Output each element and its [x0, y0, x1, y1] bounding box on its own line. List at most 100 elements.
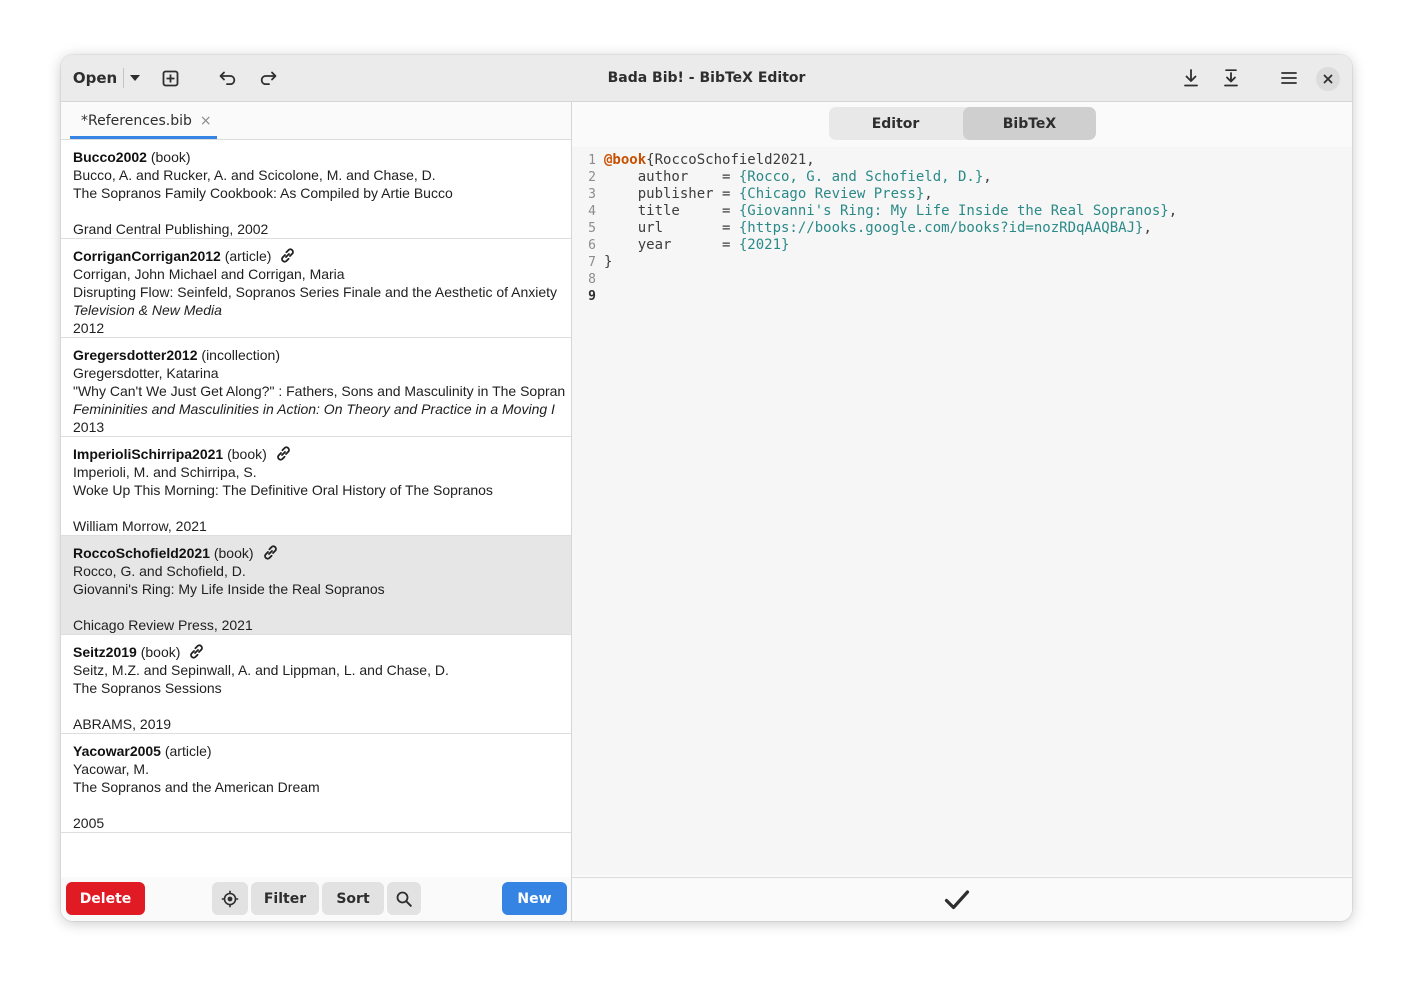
entry-row-ImperioliSchirripa2021[interactable]: ImperioliSchirripa2021 (book) Imperioli, … [61, 437, 571, 536]
tab-close-icon[interactable]: × [200, 113, 212, 129]
code-line: 6 year = {2021} [572, 237, 1352, 254]
code-tail: , [1143, 220, 1152, 236]
entry-author: Rocco, G. and Schofield, D. [73, 563, 246, 579]
link-icon [262, 544, 279, 565]
code-field: author = [604, 169, 739, 185]
entry-container: Femininities and Masculinities in Action… [73, 401, 555, 417]
entry-container [73, 697, 571, 715]
save-as-icon [1224, 69, 1238, 87]
code-line: 5 url = {https://books.google.com/books?… [572, 220, 1352, 237]
save-as-button[interactable] [1216, 61, 1246, 95]
entry-title: "Why Can't We Just Get Along?" : Fathers… [73, 383, 566, 399]
sidebar: *References.bib × Bucco2002 (book) Bucco,… [61, 102, 572, 921]
line-number: 9 [588, 289, 596, 304]
code-line: 7} [572, 254, 1352, 271]
search-button[interactable] [387, 882, 421, 915]
redo-button[interactable] [253, 61, 283, 95]
new-tab-icon [162, 70, 178, 86]
entry-row-RoccoSchofield2021[interactable]: RoccoSchofield2021 (book) Rocco, G. and S… [61, 536, 571, 635]
entry-header: RoccoSchofield2021 (book) [73, 544, 571, 562]
entry-container: Television & New Media [73, 302, 222, 318]
sort-button[interactable]: Sort [322, 882, 384, 915]
save-button[interactable] [1176, 61, 1206, 95]
filter-button[interactable]: Filter [251, 882, 319, 915]
entry-publication: 2005 [73, 815, 105, 831]
entry-publication: William Morrow, 2021 [73, 518, 207, 534]
entry-publication: Chicago Review Press, 2021 [73, 617, 253, 633]
tab-editor[interactable]: Editor [829, 107, 962, 140]
tab-bibtex[interactable]: BibTeX [963, 107, 1096, 140]
window-close-button[interactable] [1316, 67, 1340, 91]
entry-row-Seitz2019[interactable]: Seitz2019 (book) Seitz, M.Z. and Sepinwal… [61, 635, 571, 734]
code-field: year = [604, 237, 739, 253]
entry-author: Seitz, M.Z. and Sepinwall, A. and Lippma… [73, 662, 449, 678]
open-button[interactable]: Open [67, 61, 123, 95]
undo-button[interactable] [213, 61, 243, 95]
code-text: } [604, 254, 613, 270]
entry-header: Seitz2019 (book) [73, 643, 571, 661]
code-text: {RoccoSchofield2021, [646, 152, 815, 168]
line-number: 2 [588, 170, 596, 185]
code-line: 3 publisher = {Chicago Review Press}, [572, 186, 1352, 203]
entry-container [73, 796, 571, 814]
main-menu-button[interactable] [1274, 61, 1304, 95]
headerbar: Bada Bib! - BibTeX Editor Open [61, 55, 1352, 102]
entry-list: Bucco2002 (book) Bucco, A. and Rucker, A.… [61, 140, 571, 833]
open-recent-dropdown[interactable] [124, 61, 146, 95]
link-icon [275, 445, 292, 466]
entry-key: RoccoSchofield2021 [73, 545, 210, 561]
undo-icon [219, 71, 236, 85]
entry-author: Bucco, A. and Rucker, A. and Scicolone, … [73, 167, 436, 183]
entry-type: (article) [224, 248, 272, 264]
line-text: } [604, 254, 612, 271]
line-text: title = {Giovanni's Ring: My Life Inside… [604, 203, 1177, 220]
entry-author: Gregersdotter, Katarina [73, 365, 219, 381]
code-line: 4 title = {Giovanni's Ring: My Life Insi… [572, 203, 1352, 220]
locate-selected-button[interactable] [212, 882, 248, 915]
entry-key: CorriganCorrigan2012 [73, 248, 221, 264]
entry-title: Woke Up This Morning: The Definitive Ora… [73, 482, 493, 498]
tab-active-indicator [70, 136, 217, 139]
entry-type: (book) [140, 644, 181, 660]
code-value: {2021} [738, 237, 790, 253]
entry-title: The Sopranos Family Cookbook: As Compile… [73, 185, 453, 201]
code-line: 1 @book{RoccoSchofield2021, [572, 152, 1352, 169]
code-tail: , [924, 186, 933, 202]
code-value: {https://books.google.com/books?id=nozRD… [738, 220, 1144, 236]
code-tail: , [983, 169, 992, 185]
code-tail: , [1168, 203, 1178, 219]
entry-container [73, 202, 571, 220]
line-number: 5 [588, 221, 596, 236]
line-number: 3 [588, 187, 596, 202]
entry-key: Gregersdotter2012 [73, 347, 198, 363]
tab-strip: *References.bib × [61, 102, 571, 140]
code-value: {Chicago Review Press} [738, 186, 925, 202]
delete-button[interactable]: Delete [66, 882, 145, 915]
code-line: 8 [572, 271, 1352, 288]
tab-references-bib[interactable]: *References.bib × [70, 102, 217, 139]
line-text: publisher = {Chicago Review Press}, [604, 186, 933, 203]
code-line: 9 [572, 288, 1352, 305]
new-tab-button[interactable] [155, 61, 185, 95]
line-text: url = {https://books.google.com/books?id… [604, 220, 1152, 237]
entry-author: Imperioli, M. and Schirripa, S. [73, 464, 257, 480]
line-number: 1 [588, 153, 596, 168]
entry-row-Gregersdotter2012[interactable]: Gregersdotter2012 (incollection) Gregersd… [61, 338, 571, 437]
entry-row-Bucco2002[interactable]: Bucco2002 (book) Bucco, A. and Rucker, A.… [61, 140, 571, 239]
entry-title: The Sopranos and the American Dream [73, 779, 320, 795]
entry-row-Yacowar2005[interactable]: Yacowar2005 (article) Yacowar, M. The Sopr… [61, 734, 571, 833]
code-field: url = [604, 220, 739, 236]
apply-button[interactable] [942, 886, 972, 914]
entry-author: Corrigan, John Michael and Corrigan, Mar… [73, 266, 345, 282]
new-entry-button[interactable]: New [502, 882, 567, 915]
entry-key: Yacowar2005 [73, 743, 161, 759]
entry-header: Yacowar2005 (article) [73, 742, 571, 760]
entry-title: Giovanni's Ring: My Life Inside the Real… [73, 581, 385, 597]
entry-row-CorriganCorrigan2012[interactable]: CorriganCorrigan2012 (article) Corrigan, … [61, 239, 571, 338]
entry-key: Bucco2002 [73, 149, 147, 165]
entry-header: ImperioliSchirripa2021 (book) [73, 445, 571, 463]
bibtex-source-view[interactable]: 1 @book{RoccoSchofield2021, 2 author = {Ro… [572, 147, 1352, 875]
entry-author: Yacowar, M. [73, 761, 149, 777]
code-field: publisher = [604, 186, 739, 202]
main-footer [572, 877, 1352, 921]
